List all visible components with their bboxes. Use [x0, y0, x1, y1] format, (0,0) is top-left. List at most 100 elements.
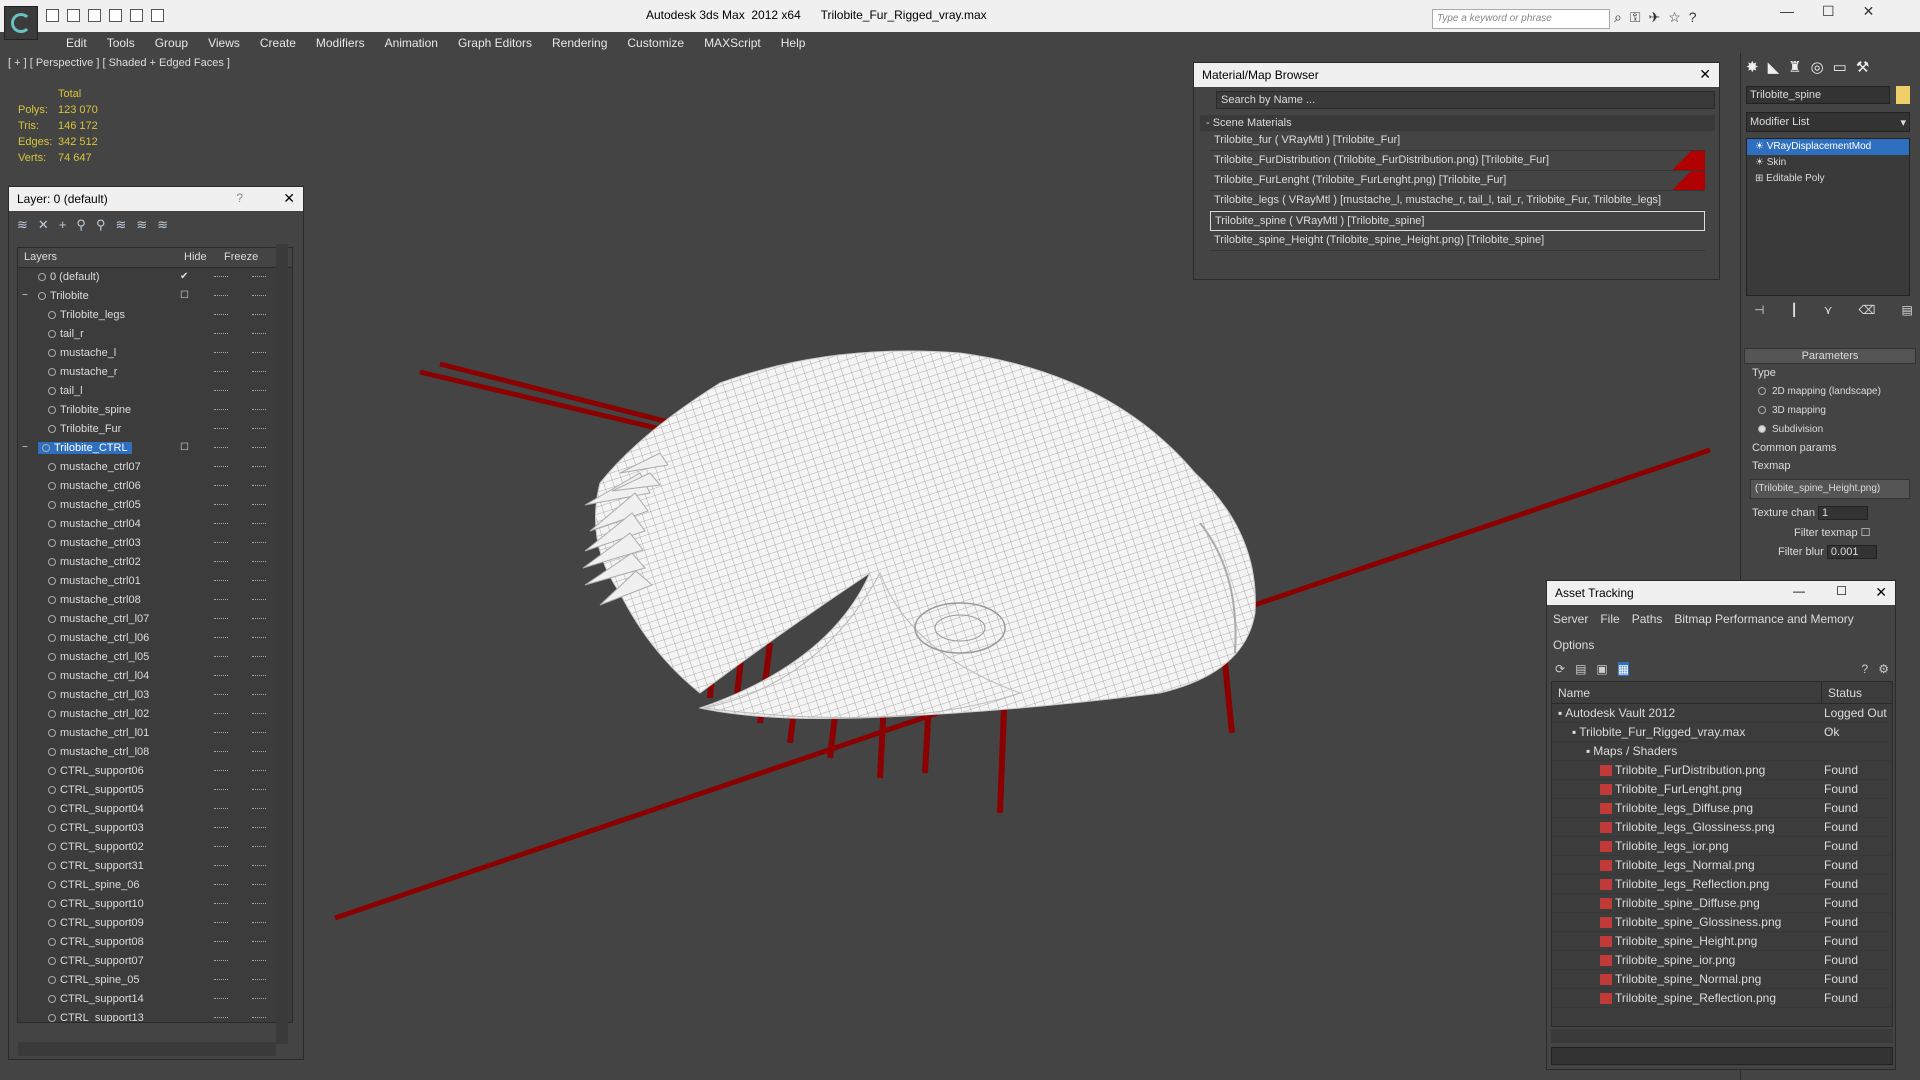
menu-file[interactable]: File: [1600, 612, 1619, 626]
key-icon[interactable]: ⚿: [1630, 9, 1641, 26]
layer-row[interactable]: CTRL_spine_06: [18, 876, 292, 895]
menu-maxscript[interactable]: MAXScript: [694, 32, 771, 53]
freeze-toggle[interactable]: [252, 466, 266, 467]
layer-name[interactable]: CTRL_support04: [48, 803, 144, 815]
asset-row[interactable]: Trilobite_legs_Glossiness.png Found: [1552, 818, 1892, 837]
modify-tab-icon[interactable]: ◣: [1768, 58, 1780, 76]
layer-row[interactable]: CTRL_support09: [18, 914, 292, 933]
hide-toggle[interactable]: [214, 903, 228, 904]
menu-server[interactable]: Server: [1553, 612, 1588, 626]
freeze-toggle[interactable]: [252, 694, 266, 695]
layer-row[interactable]: mustache_ctrl_l06: [18, 629, 292, 648]
object-color-swatch[interactable]: [1896, 86, 1910, 104]
hide-toggle[interactable]: [214, 466, 228, 467]
freeze-toggle[interactable]: [252, 675, 266, 676]
material-item[interactable]: Trilobite_spine ( VRayMtl ) [Trilobite_s…: [1210, 211, 1705, 231]
close-icon[interactable]: ✕: [1875, 584, 1887, 601]
layer-row[interactable]: mustache_r: [18, 363, 292, 382]
layer-name[interactable]: CTRL_support09: [48, 917, 144, 929]
hide-toggle[interactable]: [214, 599, 228, 600]
layer-name[interactable]: mustache_ctrl_l05: [48, 651, 149, 663]
asset-row[interactable]: Trilobite_FurDistribution.png Found: [1552, 761, 1892, 780]
layer-name[interactable]: CTRL_support02: [48, 841, 144, 853]
menu-group[interactable]: Group: [145, 32, 198, 53]
freeze-toggle[interactable]: [252, 960, 266, 961]
freeze-toggle[interactable]: [252, 295, 266, 296]
menu-rendering[interactable]: Rendering: [542, 32, 617, 53]
hide-toggle[interactable]: [214, 352, 228, 353]
layer-name[interactable]: CTRL_support05: [48, 784, 144, 796]
layers-icon[interactable]: ≋: [17, 217, 28, 233]
close-icon[interactable]: ✕: [283, 190, 295, 207]
freeze-toggle[interactable]: [252, 599, 266, 600]
asset-row[interactable]: Trilobite_spine_Diffuse.png Found: [1552, 894, 1892, 913]
material-item[interactable]: Trilobite_spine_Height (Trilobite_spine_…: [1210, 231, 1705, 251]
layer-row[interactable]: CTRL_support08: [18, 933, 292, 952]
asset-row[interactable]: Trilobite_legs_Reflection.png Found: [1552, 875, 1892, 894]
freeze-toggle[interactable]: [252, 808, 266, 809]
radio-subdivision[interactable]: Subdivision: [1744, 420, 1916, 439]
close-icon[interactable]: ✕: [1863, 3, 1875, 20]
show-end-result-icon[interactable]: ┃: [1790, 303, 1797, 317]
help-icon[interactable]: ?: [1862, 662, 1869, 676]
filter-texmap-checkbox[interactable]: ☐: [1861, 527, 1871, 539]
menu-help[interactable]: Help: [771, 32, 816, 53]
freeze-toggle[interactable]: [252, 618, 266, 619]
menu-paths[interactable]: Paths: [1632, 612, 1663, 626]
freeze-toggle[interactable]: [252, 865, 266, 866]
layer-row[interactable]: mustache_l: [18, 344, 292, 363]
layer-name[interactable]: mustache_ctrl05: [48, 499, 141, 511]
freeze-toggle[interactable]: [252, 485, 266, 486]
layer-name[interactable]: tail_r: [48, 328, 84, 340]
hide-toggle[interactable]: [214, 371, 228, 372]
motion-tab-icon[interactable]: ◎: [1811, 58, 1824, 76]
asset-row[interactable]: Trilobite_spine_Glossiness.png Found: [1552, 913, 1892, 932]
layer-row[interactable]: CTRL_support02: [18, 838, 292, 857]
hide-toggle[interactable]: [214, 808, 228, 809]
layer-row[interactable]: − Trilobite_CTRL ☐: [18, 439, 292, 458]
freeze-toggle[interactable]: [252, 390, 266, 391]
menu-edit[interactable]: Edit: [56, 32, 97, 53]
column-layers[interactable]: Layers: [18, 248, 178, 267]
layer-row[interactable]: mustache_ctrl_l02: [18, 705, 292, 724]
layer-row[interactable]: mustache_ctrl07: [18, 458, 292, 477]
keyword-search-input[interactable]: Type a keyword or phrase: [1432, 9, 1610, 29]
remove-modifier-icon[interactable]: ⌫: [1858, 303, 1875, 317]
layer-row[interactable]: Trilobite_legs: [18, 306, 292, 325]
stack-item[interactable]: ☀ Skin: [1747, 155, 1909, 171]
current-layer-checkbox[interactable]: ☐: [180, 290, 191, 301]
settings-icon[interactable]: ⚙: [1878, 662, 1889, 676]
layer-row[interactable]: tail_r: [18, 325, 292, 344]
freeze-toggle[interactable]: [252, 371, 266, 372]
layer-name[interactable]: CTRL_support07: [48, 955, 144, 967]
utilities-tab-icon[interactable]: ⚒: [1856, 58, 1869, 76]
layer-name[interactable]: Trilobite_spine: [48, 404, 131, 416]
asset-row[interactable]: ▪ Maps / Shaders: [1552, 742, 1892, 761]
minimize-icon[interactable]: —: [1780, 3, 1794, 20]
layer-name[interactable]: CTRL_spine_06: [48, 879, 140, 891]
asset-tracking-title-bar[interactable]: Asset Tracking — ☐ ✕: [1547, 581, 1895, 605]
layer-name[interactable]: CTRL_support06: [48, 765, 144, 777]
material-browser-title-bar[interactable]: Material/Map Browser ✕: [1194, 63, 1719, 87]
freeze-toggle[interactable]: [252, 276, 266, 277]
parameters-rollout-header[interactable]: Parameters: [1744, 348, 1916, 364]
delete-layer-icon[interactable]: ✕: [38, 217, 49, 233]
close-icon[interactable]: ✕: [1699, 66, 1711, 83]
stack-item[interactable]: ⊞ Editable Poly: [1747, 171, 1909, 187]
material-item[interactable]: Trilobite_FurDistribution (Trilobite_Fur…: [1210, 151, 1705, 171]
hide-toggle[interactable]: [214, 732, 228, 733]
layer-name[interactable]: Trilobite: [38, 290, 89, 302]
binoculars-icon[interactable]: ⌕: [1614, 9, 1622, 26]
asset-row[interactable]: Trilobite_legs_ior.png Found: [1552, 837, 1892, 856]
layer-name[interactable]: Trilobite_CTRL: [38, 442, 132, 454]
hide-toggle[interactable]: [214, 409, 228, 410]
texture-chan-spinner[interactable]: 1: [1818, 506, 1869, 520]
layer-name[interactable]: mustache_ctrl04: [48, 518, 141, 530]
material-item[interactable]: Trilobite_legs ( VRayMtl ) [mustache_l, …: [1210, 191, 1705, 211]
layer-name[interactable]: mustache_ctrl07: [48, 461, 141, 473]
freeze-toggle[interactable]: [252, 751, 266, 752]
hide-toggle[interactable]: [214, 827, 228, 828]
app-logo-button[interactable]: [4, 6, 38, 40]
asset-row[interactable]: Trilobite_legs_Normal.png Found: [1552, 856, 1892, 875]
menu-bitmap-performance[interactable]: Bitmap Performance and Memory: [1674, 612, 1853, 626]
